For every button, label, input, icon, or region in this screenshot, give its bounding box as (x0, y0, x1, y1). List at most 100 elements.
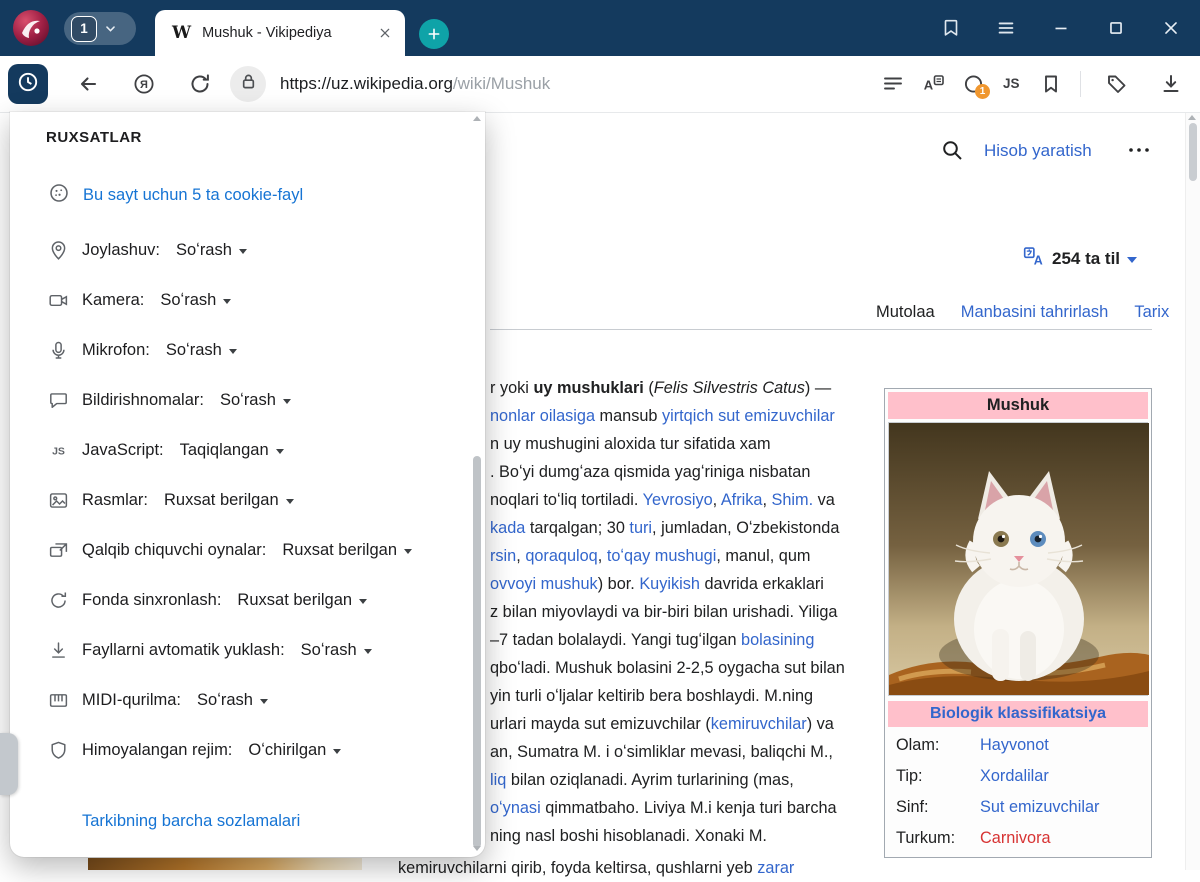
article-link[interactable]: Yevrosiyo (643, 491, 713, 509)
history-sidebar-button[interactable] (8, 64, 48, 104)
article-link[interactable]: Afrika (721, 491, 763, 509)
permissions-panel-title: RUXSATLAR (46, 129, 142, 146)
create-account-link[interactable]: Hisob yaratish (984, 141, 1092, 161)
taxobox-row-value-link[interactable]: Carnivora (980, 829, 1051, 848)
scroll-up-arrow-icon[interactable] (473, 116, 481, 121)
browser-titlebar: 1 W Mushuk - Vikipediya (0, 0, 1200, 56)
more-options-icon[interactable] (1126, 138, 1152, 162)
side-panel-icon[interactable] (939, 16, 963, 40)
downloads-icon[interactable] (1159, 72, 1183, 96)
scroll-down-arrow-icon[interactable] (473, 846, 481, 851)
permission-row-protected-content: Himoyalangan rejim:Oʻchirilgan (48, 725, 453, 775)
page-scrollbar-thumb[interactable] (1189, 123, 1197, 181)
article-link[interactable]: zarar (757, 859, 794, 877)
permission-row-microphone: Mikrofon:Soʻrash (48, 325, 453, 375)
cookies-link[interactable]: Bu sayt uchun 5 ta cookie-fayl (83, 186, 303, 205)
taxobox-row-value-link[interactable]: Hayvonot (980, 736, 1049, 755)
article-link[interactable]: turi (629, 519, 652, 537)
permission-value-dropdown[interactable]: Soʻrash (220, 391, 291, 410)
article-link[interactable]: rsin (490, 547, 516, 565)
reload-icon[interactable] (188, 72, 212, 96)
article-line: rsin, qoraquloq, toʻqay mushugi, manul, … (490, 542, 870, 570)
article-link[interactable]: oʻynasi (490, 799, 541, 817)
toolbar-divider (1080, 71, 1081, 97)
language-selector-button[interactable]: A 254 ta til (1022, 245, 1137, 273)
scroll-up-arrow-icon[interactable] (1188, 115, 1196, 120)
article-text-segment: va (813, 491, 835, 509)
permission-value-dropdown[interactable]: Soʻrash (166, 341, 237, 360)
address-bar[interactable]: https://uz.wikipedia.org/wiki/Mushuk (280, 56, 550, 112)
permission-value-dropdown[interactable]: Ruxsat berilgan (164, 491, 294, 510)
search-icon[interactable] (940, 138, 964, 162)
permission-value-dropdown[interactable]: Soʻrash (197, 691, 268, 710)
article-link[interactable]: kemiruvchilar (711, 715, 807, 733)
article-text-segment: Felis Silvestris Catus (654, 379, 805, 397)
article-tab-manbasini-tahrirlash[interactable]: Manbasini tahrirlash (961, 303, 1109, 330)
page-scrollbar[interactable] (1185, 113, 1200, 870)
article-tab-tarix[interactable]: Tarix (1134, 303, 1169, 330)
cookies-row[interactable]: Bu sayt uchun 5 ta cookie-fayl (48, 182, 303, 209)
translate-icon[interactable]: A (922, 72, 946, 96)
yandex-search-icon[interactable]: Я (132, 72, 156, 96)
article-link[interactable]: nonlar oilasiga (490, 407, 595, 425)
article-tab-mutolaa[interactable]: Mutolaa (876, 303, 935, 330)
popups-icon (48, 540, 69, 561)
menu-icon[interactable] (994, 16, 1018, 40)
taxobox-row-value-link[interactable]: Sut emizuvchilar (980, 798, 1099, 817)
panel-scrollbar-thumb[interactable] (473, 456, 481, 848)
article-text-segment: z bilan miyovlaydi va bir-biri bilan uri… (490, 603, 838, 621)
article-link[interactable]: ovvoyi mushuk (490, 575, 598, 593)
panel-scrollbar[interactable] (471, 116, 483, 851)
permission-value-dropdown[interactable]: Taqiqlangan (180, 441, 284, 460)
chevron-down-icon (1127, 257, 1137, 263)
active-tab[interactable]: W Mushuk - Vikipediya (155, 10, 405, 56)
images-icon (48, 490, 69, 511)
chevron-down-icon (260, 699, 268, 704)
tab-group-button[interactable]: 1 (64, 12, 136, 45)
minimize-icon[interactable] (1049, 16, 1073, 40)
tab-close-icon[interactable] (377, 25, 393, 41)
browser-logo-icon[interactable] (12, 9, 50, 47)
article-link[interactable]: kada (490, 519, 525, 537)
article-text-segment: qboʻladi. Mushuk bolasini 2-2,5 oygacha … (490, 659, 845, 677)
article-link[interactable]: bolasining (741, 631, 814, 649)
taxobox-row: Sinf:Sut emizuvchilar (888, 792, 1148, 823)
article-text-segment: , manul, qum (716, 547, 810, 565)
permission-value-dropdown[interactable]: Soʻrash (176, 241, 247, 260)
taxobox-row: Tip:Xordalilar (888, 761, 1148, 792)
permission-row-midi: MIDI-qurilma: Soʻrash (48, 675, 453, 725)
maximize-icon[interactable] (1104, 16, 1128, 40)
article-text-segment: tarqalgan; 30 (525, 519, 629, 537)
offers-tag-icon[interactable] (1105, 72, 1129, 96)
taxobox-section-link[interactable]: Biologik klassifikatsiya (888, 701, 1148, 727)
permission-value-dropdown[interactable]: Soʻrash (160, 291, 231, 310)
back-icon[interactable] (76, 72, 100, 96)
reader-mode-icon[interactable] (881, 72, 905, 96)
permission-value-dropdown[interactable]: Oʻchirilgan (248, 741, 341, 760)
bookmark-icon[interactable] (1039, 72, 1063, 96)
new-tab-button[interactable] (419, 19, 449, 49)
permission-label: MIDI-qurilma: (82, 691, 181, 710)
permission-value-dropdown[interactable]: Ruxsat berilgan (237, 591, 367, 610)
javascript-blocked-icon[interactable]: JS (1003, 72, 1027, 96)
article-link[interactable]: qoraquloq (525, 547, 597, 565)
content-settings-link[interactable]: Tarkibning barcha sozlamalari (82, 812, 300, 831)
article-link[interactable]: toʻqay mushugi (607, 547, 717, 565)
site-permissions-button[interactable] (230, 66, 266, 102)
article-link[interactable]: Kuyikish (639, 575, 700, 593)
sidebar-handle[interactable] (0, 733, 18, 795)
taxobox-row-value-link[interactable]: Xordalilar (980, 767, 1049, 786)
permission-label: Bildirishnomalar: (82, 391, 204, 410)
article-link[interactable]: Shim. (772, 491, 814, 509)
article-link[interactable]: yirtqich sut emizuvchilar (662, 407, 835, 425)
permission-value-dropdown[interactable]: Soʻrash (301, 641, 372, 660)
article-link[interactable]: liq (490, 771, 506, 789)
taxobox-row: Olam:Hayvonot (888, 730, 1148, 761)
article-line: r yoki uy mushuklari (Felis Silvestris C… (490, 374, 870, 402)
permission-row-notifications: Bildirishnomalar: Soʻrash (48, 375, 453, 425)
tabs-divider (490, 329, 1152, 330)
article-image-sliver (88, 858, 362, 870)
close-icon[interactable] (1159, 16, 1183, 40)
permission-value-dropdown[interactable]: Ruxsat berilgan (282, 541, 412, 560)
taxobox-row: Turkum:Carnivora (888, 823, 1148, 854)
